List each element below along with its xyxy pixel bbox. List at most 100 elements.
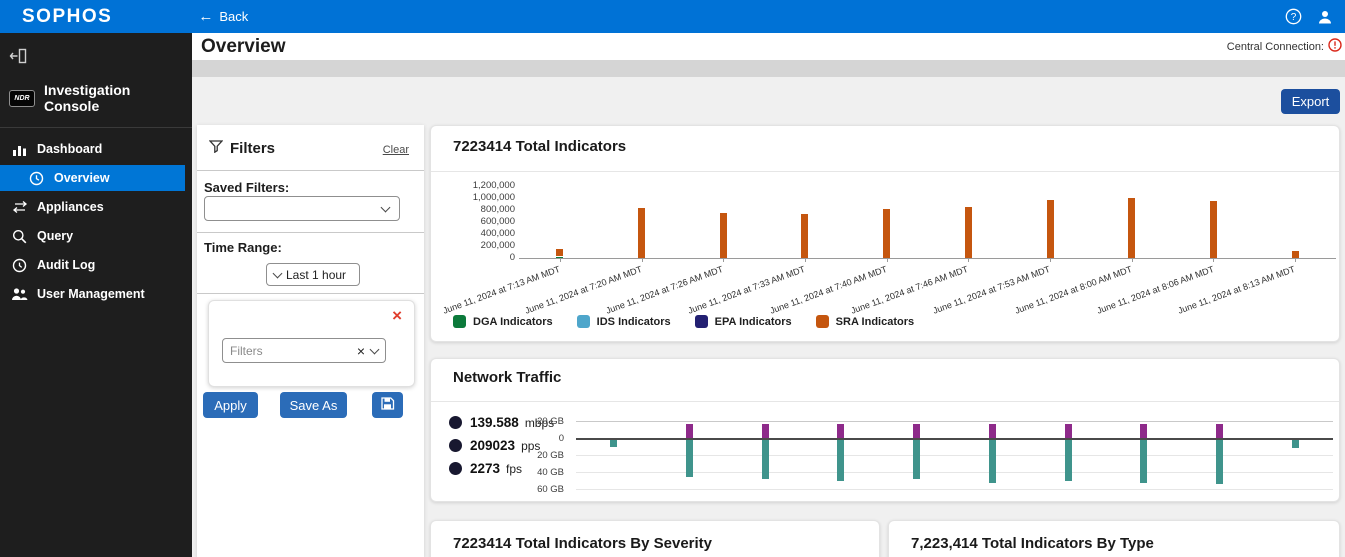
ndr-logo: NDR (9, 90, 35, 107)
sidebar-nav: Dashboard Overview Appliances Query (0, 136, 192, 307)
traffic-up-bar (989, 424, 996, 438)
sra-bar (1292, 251, 1299, 258)
legend-item[interactable]: IDS Indicators (577, 315, 671, 328)
divider (197, 232, 424, 233)
legend-swatch-icon (695, 315, 708, 328)
grid-line (576, 489, 1333, 490)
help-icon[interactable]: ? (1285, 8, 1302, 25)
stat-unit: fps (506, 462, 522, 476)
time-range-select[interactable]: Last 1 hour (266, 263, 360, 286)
sidebar-item-query[interactable]: Query (0, 223, 192, 249)
sidebar-item-label: Audit Log (37, 258, 95, 272)
y-axis-label: 20 GB (524, 416, 564, 427)
legend-item[interactable]: DGA Indicators (453, 315, 553, 328)
traffic-down-bar (762, 440, 769, 479)
filters-header: Filters (209, 139, 275, 158)
y-axis-label: 200,000 (449, 240, 515, 251)
x-tick (1213, 258, 1214, 262)
console-title: Investigation Console (44, 82, 182, 114)
sidebar: NDR Investigation Console Dashboard Over… (0, 33, 192, 557)
traffic-down-bar (610, 440, 617, 447)
sidebar-item-overview[interactable]: Overview (0, 165, 185, 191)
dga-bar (556, 257, 563, 259)
traffic-down-bar (1216, 440, 1223, 484)
sidebar-item-user-management[interactable]: User Management (0, 281, 192, 307)
indicators-legend: DGA Indicators IDS Indicators EPA Indicato… (453, 315, 914, 328)
central-connection-status: Central Connection: (1227, 38, 1342, 55)
divider (197, 293, 424, 294)
sra-bar (801, 214, 808, 258)
legend-label: EPA Indicators (715, 316, 792, 328)
legend-swatch-icon (577, 315, 590, 328)
legend-label: IDS Indicators (597, 316, 671, 328)
traffic-down-bar (1140, 440, 1147, 483)
legend-swatch-icon (453, 315, 466, 328)
search-icon (11, 229, 28, 244)
y-axis-label: 40 GB (524, 467, 564, 478)
console-header: NDR Investigation Console (0, 82, 192, 127)
indicators-chart-title: 7223414 Total Indicators (453, 138, 626, 155)
remove-filter-icon[interactable]: × (392, 307, 402, 324)
central-connection-label: Central Connection: (1227, 41, 1324, 53)
user-icon[interactable] (1317, 9, 1333, 25)
sidebar-item-label: User Management (37, 287, 145, 301)
traffic-up-bar (1140, 424, 1147, 438)
sra-bar (1047, 200, 1054, 258)
sidebar-item-label: Query (37, 229, 73, 243)
time-range-value: Last 1 hour (286, 268, 346, 282)
traffic-down-bar (686, 440, 693, 477)
filter-builder-card: × × (208, 300, 415, 387)
legend-label: SRA Indicators (836, 316, 914, 328)
traffic-down-bar (913, 440, 920, 479)
apply-button[interactable]: Apply (203, 392, 258, 418)
stat-value: 209023 (470, 438, 515, 453)
traffic-up-bar (1216, 424, 1223, 438)
y-axis-label: 20 GB (524, 450, 564, 461)
chevron-down-icon[interactable] (370, 344, 380, 354)
topbar-actions: ? (1285, 8, 1333, 25)
x-tick (805, 258, 806, 262)
sidebar-item-appliances[interactable]: Appliances (0, 194, 192, 220)
save-as-button[interactable]: Save As (280, 392, 347, 418)
sidebar-item-audit-log[interactable]: Audit Log (0, 252, 192, 278)
back-button[interactable]: ← Back (198, 9, 248, 24)
type-card: 7,223,414 Total Indicators By Type (888, 520, 1340, 557)
traffic-up-bar (837, 424, 844, 438)
traffic-up-bar (686, 424, 693, 438)
legend-item[interactable]: SRA Indicators (816, 315, 914, 328)
stat-value: 2273 (470, 461, 500, 476)
traffic-down-bar (837, 440, 844, 481)
collapse-panel-icon[interactable] (9, 48, 27, 64)
export-button[interactable]: Export (1281, 89, 1340, 114)
sra-bar (1210, 201, 1217, 258)
indicators-card: 7223414 Total Indicators DGA Indicators I… (430, 125, 1340, 342)
stat-dot-icon (449, 439, 462, 452)
warning-icon[interactable] (1328, 38, 1342, 55)
x-tick (1132, 258, 1133, 262)
sophos-logo: SOPHOS (22, 6, 112, 28)
clock-icon (28, 171, 45, 186)
traffic-down-bar (989, 440, 996, 483)
clear-input-icon[interactable]: × (357, 344, 365, 358)
legend-item[interactable]: EPA Indicators (695, 315, 792, 328)
divider (431, 401, 1339, 402)
x-tick (642, 258, 643, 262)
traffic-card: Network Traffic 139.588mbps209023pps2273… (430, 358, 1340, 502)
sidebar-item-label: Overview (54, 171, 110, 185)
save-filter-button[interactable] (372, 392, 403, 418)
sra-bar (720, 213, 727, 258)
saved-filters-select[interactable] (204, 196, 400, 221)
sidebar-item-dashboard[interactable]: Dashboard (0, 136, 192, 162)
divider (431, 171, 1339, 172)
y-axis-label: 600,000 (449, 216, 515, 227)
bar-chart-icon (11, 142, 28, 157)
sra-bar (556, 249, 563, 256)
sra-bar (883, 209, 890, 258)
funnel-icon (209, 139, 223, 158)
y-axis-label: 60 GB (524, 484, 564, 495)
grid-line (576, 421, 1333, 422)
topbar: SOPHOS ← Back ? (0, 0, 1345, 33)
legend-swatch-icon (816, 315, 829, 328)
filter-input[interactable] (230, 344, 351, 358)
clear-filters-link[interactable]: Clear (383, 144, 409, 156)
